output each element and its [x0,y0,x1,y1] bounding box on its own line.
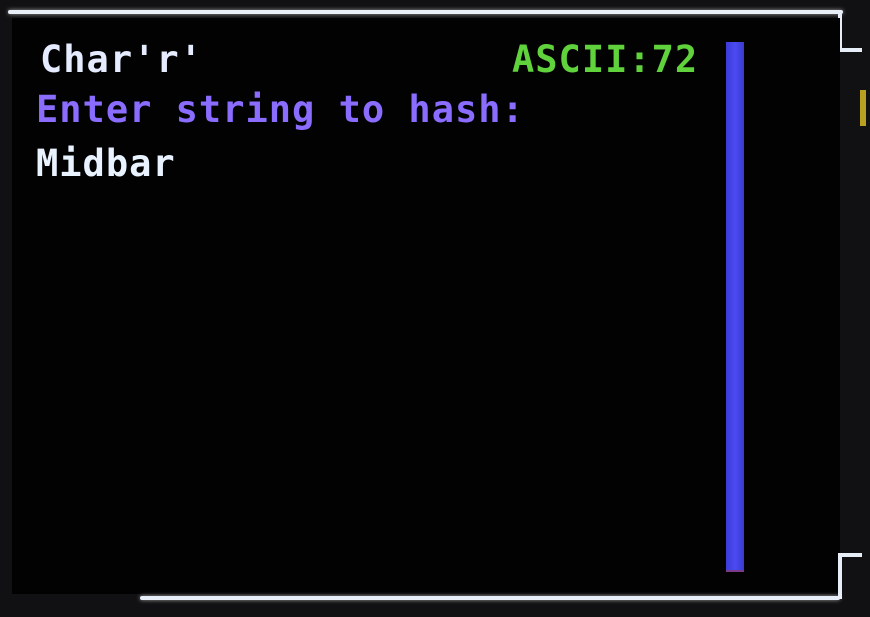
ascii-code-label: ASCII:72 [512,38,699,81]
string-input-field[interactable]: Midbar [36,142,176,186]
hash-prompt: Enter string to hash: [36,88,525,131]
lcd-screen: Char'r' ASCII:72 Enter string to hash: M… [12,18,840,594]
scrollbar[interactable] [726,42,744,572]
bezel-top-edge [8,10,843,14]
side-accent [860,90,866,126]
bezel-right-tab-top [838,48,862,52]
bezel-right-edge-bottom [838,555,842,599]
device-frame: Char'r' ASCII:72 Enter string to hash: M… [0,0,870,617]
current-char-label: Char'r' [40,38,203,81]
bezel-bottom-edge [140,596,840,600]
